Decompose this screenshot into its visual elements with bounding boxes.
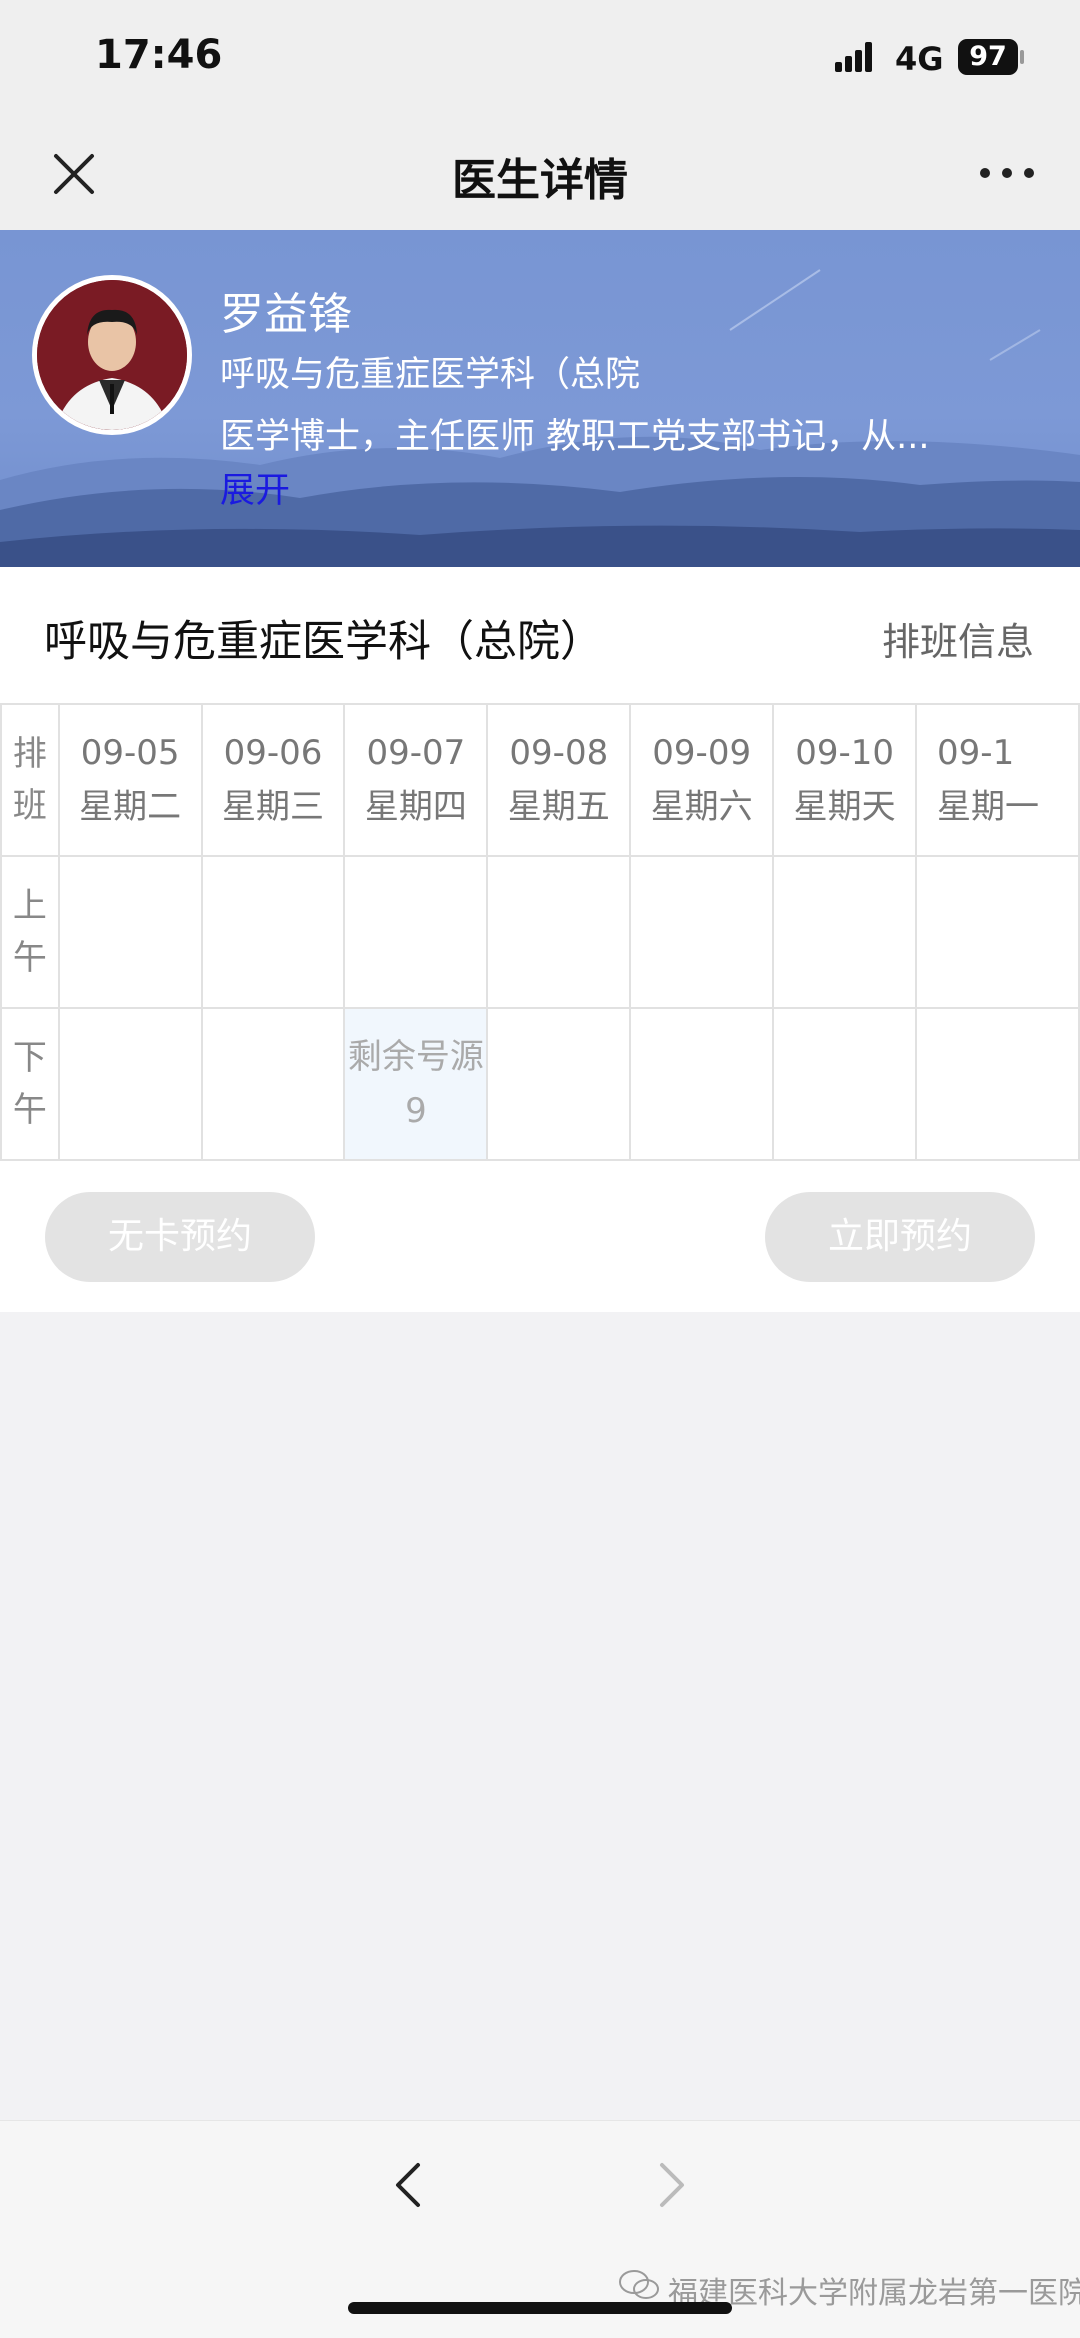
doctor-department: 呼吸与危重症医学科（总院 (220, 355, 641, 395)
doctor-banner: 罗益锋 呼吸与危重症医学科（总院 医学博士，主任医师 教职工党支部书记，从...… (0, 230, 1080, 567)
schedule-slot (629, 1007, 775, 1161)
book-now-button[interactable]: 立即预约 (765, 1192, 1035, 1282)
schedule-info-link[interactable]: 排班信息 (882, 611, 1034, 666)
more-icon[interactable] (980, 168, 1034, 180)
home-indicator (348, 2302, 732, 2314)
battery-icon: 97 (958, 39, 1018, 75)
signal-icon (835, 42, 879, 72)
schedule-slot (915, 855, 1080, 1009)
schedule-slot (915, 1007, 1080, 1161)
schedule-slot (629, 855, 775, 1009)
schedule-header-label: 排 班 (0, 703, 60, 857)
schedule-slot (486, 855, 632, 1009)
forward-arrow-icon[interactable] (652, 2155, 692, 2215)
schedule-slot (772, 1007, 918, 1161)
battery-cap (1020, 50, 1024, 64)
doctor-photo (37, 280, 187, 430)
expand-link[interactable]: 展开 (220, 462, 290, 513)
afternoon-row: 下午 剩余号源 9 (0, 1007, 1080, 1161)
available-slot[interactable]: 剩余号源 9 (343, 1007, 489, 1161)
day-header: 09-09 星期六 (629, 703, 775, 857)
schedule-slot (57, 855, 203, 1009)
wechat-icon (619, 2270, 659, 2299)
schedule-grid: 排 班 09-05 星期二 09-06 星期三 09-07 星期四 09-08 星期五 … (0, 703, 1080, 1163)
doctor-name: 罗益锋 (220, 289, 352, 340)
schedule-slot (200, 855, 346, 1009)
day-header: 09-07 星期四 (343, 703, 489, 857)
day-header: 09-05 星期二 (57, 703, 203, 857)
schedule-department-title: 呼吸与危重症医学科（总院） (44, 617, 603, 667)
back-arrow-icon[interactable] (388, 2155, 428, 2215)
schedule-table: 排 班 09-05 星期二 09-06 星期三 09-07 星期四 09-08 星期五 … (0, 703, 1080, 1161)
day-header: 09-08 星期五 (486, 703, 632, 857)
doctor-avatar (32, 275, 192, 435)
schedule-slot (343, 855, 489, 1009)
morning-row: 上午 (0, 855, 1080, 1009)
day-header: 09-06 星期三 (200, 703, 346, 857)
day-header: 09-10 星期天 (772, 703, 918, 857)
schedule-slot (772, 855, 918, 1009)
schedule-slot (200, 1007, 346, 1161)
schedule-card: 呼吸与危重症医学科（总院） 排班信息 排 班 09-05 星期二 09-06 星期三… (0, 567, 1080, 1312)
no-card-booking-button[interactable]: 无卡预约 (45, 1192, 315, 1282)
page-title: 医生详情 (452, 155, 628, 206)
schedule-header-row: 排 班 09-05 星期二 09-06 星期三 09-07 星期四 09-08 星期五 … (0, 703, 1080, 857)
afternoon-label: 下午 (0, 1007, 60, 1161)
schedule-slot (486, 1007, 632, 1161)
doctor-description: 医学博士，主任医师 教职工党支部书记，从... (220, 417, 930, 457)
network-type: 4G (895, 40, 944, 78)
morning-label: 上午 (0, 855, 60, 1009)
status-time: 17:46 (95, 32, 223, 78)
day-header: 09-1 星期一 (915, 703, 1080, 857)
schedule-slot (57, 1007, 203, 1161)
